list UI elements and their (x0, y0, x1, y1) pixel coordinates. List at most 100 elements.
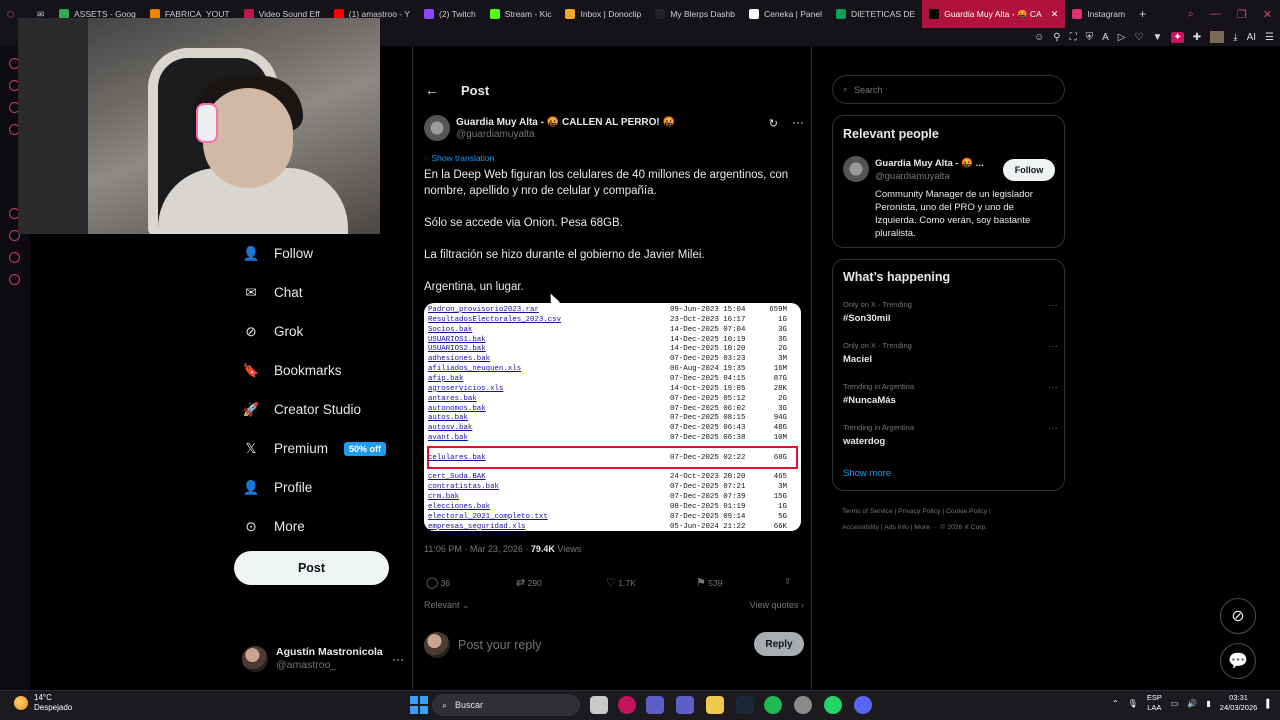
browser-tab[interactable]: (2) Twitch (417, 0, 483, 28)
network-icon[interactable]: ▭ (1171, 699, 1179, 708)
trend-item[interactable]: Only on X · Trending #Son30mil ··· (843, 300, 1058, 324)
teams-icon[interactable] (676, 696, 694, 714)
file-link[interactable]: avant.bak (428, 433, 468, 443)
close-window-button[interactable]: ✕ (1263, 8, 1272, 21)
reply-input[interactable]: Post your reply (458, 638, 541, 652)
file-link[interactable]: electoral_2021_completo.txt (428, 512, 548, 522)
trend-more-icon[interactable]: ··· (1048, 341, 1058, 352)
footer-line[interactable]: Accessibility | Ads info | More ··· © 20… (842, 520, 1062, 536)
trend-item[interactable]: Only on X · Trending Maciel ··· (843, 341, 1058, 365)
file-link[interactable]: empresas_seguridad.xls (428, 522, 526, 531)
file-link[interactable]: autosv.bak (428, 423, 472, 433)
show-more-link[interactable]: Show more (843, 468, 891, 479)
file-link[interactable]: antares.bak (428, 394, 477, 404)
sidebar-app-icon[interactable] (9, 274, 20, 285)
nav-item-follow[interactable]: 👤 Follow (234, 234, 404, 273)
notifications-icon[interactable]: ▌ (1266, 699, 1272, 708)
steam-icon[interactable] (736, 696, 754, 714)
trend-more-icon[interactable]: ··· (1048, 423, 1058, 434)
person-handle[interactable]: @guardiamuyalta (875, 171, 950, 182)
file-link[interactable]: autonomos.bak (428, 404, 486, 414)
browser-tab[interactable]: My Blerps Dashb (648, 0, 742, 28)
play-icon[interactable]: ▷ (1118, 32, 1126, 43)
author-name[interactable]: Guardia Muy Alta - 🤬 CALLEN AL PERRO! 🤬 (456, 116, 675, 129)
screenshot-icon[interactable]: ⛶ (1070, 32, 1077, 43)
start-button[interactable] (410, 696, 428, 714)
search-input[interactable]: ⌕ Search (832, 75, 1065, 104)
repost-action[interactable]: ⇄ 290 (516, 576, 542, 589)
battery-icon[interactable]: ▮ (1206, 699, 1210, 708)
heart-icon[interactable]: ♡ (1135, 32, 1144, 43)
ai-icon[interactable]: AI (1247, 32, 1256, 43)
grok-icon[interactable]: ↻ (769, 117, 778, 130)
teams-icon[interactable] (646, 696, 664, 714)
translate-icon[interactable]: A (1102, 32, 1109, 43)
search-icon[interactable]: ⌕ (1188, 8, 1194, 21)
active-extension-icon[interactable]: ✦ (1171, 31, 1184, 43)
menu-icon[interactable]: ☰ (1265, 32, 1274, 43)
chat-fab[interactable]: 💬 (1220, 643, 1256, 679)
file-link[interactable]: elecciones.bak (428, 502, 490, 512)
share-icon[interactable]: ⇪ (784, 576, 791, 587)
person-avatar[interactable] (843, 156, 869, 182)
browser-tab[interactable]: Guardia Muy Alta - 🤬 CA ✕ (922, 0, 1066, 28)
follow-button[interactable]: Follow (1003, 159, 1055, 181)
back-arrow-icon[interactable]: ← (425, 82, 439, 98)
post-image-file-listing[interactable]: Padron_provisorio2023.rar 09-Jun-2023 15:… (424, 303, 801, 531)
browser-tab[interactable]: DIETETICAS DE (829, 0, 922, 28)
file-link[interactable]: autos.bak (428, 413, 468, 423)
show-translation-link[interactable]: ◌ Show translation (424, 153, 494, 163)
relevant-dropdown[interactable]: Relevant ⌄ (424, 600, 470, 610)
browser-tab[interactable]: Stream - Kic (483, 0, 559, 28)
puzzle-icon[interactable]: ✚ (1193, 32, 1201, 43)
volume-icon[interactable]: 🔊 (1187, 699, 1197, 708)
opera-gx-icon[interactable] (618, 696, 636, 714)
author-avatar[interactable] (424, 115, 450, 141)
file-link[interactable]: Padron_provisorio2023.rar (428, 305, 539, 315)
file-explorer-icon[interactable] (706, 696, 724, 714)
task-view-icon[interactable] (590, 696, 608, 714)
file-link[interactable]: Socios.bak (428, 325, 472, 335)
nav-item-profile[interactable]: 👤 Profile (234, 468, 404, 507)
file-link[interactable]: USUARIOS1.bak (428, 335, 486, 345)
trend-more-icon[interactable]: ··· (1048, 300, 1058, 311)
file-link[interactable]: ResultadosElectorales_2023.csv (428, 315, 561, 325)
close-tab-icon[interactable]: ✕ (1051, 9, 1059, 20)
whatsapp-icon[interactable] (824, 696, 842, 714)
file-link[interactable]: afiliados_neuquen.xls (428, 364, 521, 374)
trend-item[interactable]: Trending in Argentina #NuncaMás ··· (843, 382, 1058, 406)
language-indicator[interactable]: ESP LAA (1147, 693, 1162, 713)
shield-icon[interactable]: ⛨ (1086, 32, 1094, 43)
file-link[interactable]: cert_Suda.BAK (428, 472, 486, 482)
reply-action[interactable]: ◯ 36 (426, 576, 450, 589)
trend-item[interactable]: Trending in Argentina waterdog ··· (843, 423, 1058, 447)
clock[interactable]: 03:31 24/03/2026 (1220, 693, 1258, 713)
sidebar-app-icon[interactable] (9, 252, 20, 263)
like-action[interactable]: ♡ 1.7K (606, 576, 636, 589)
nav-item-premium[interactable]: 𝕏 Premium 50% off (234, 429, 404, 468)
post-more-icon[interactable]: ··· (792, 115, 804, 129)
file-link[interactable]: USUARIOS2.bak (428, 344, 486, 354)
nav-item-creator-studio[interactable]: 🚀 Creator Studio (234, 390, 404, 429)
nav-item-more[interactable]: ⊙ More (234, 507, 404, 546)
person-name[interactable]: Guardia Muy Alta - 🤬 ... (875, 158, 984, 169)
obs-icon[interactable] (794, 696, 812, 714)
download-icon[interactable]: ⤓ (1233, 32, 1237, 43)
nav-item-chat[interactable]: ✉ Chat (234, 273, 404, 312)
taskbar-search[interactable]: ⌕ Buscar (432, 694, 580, 716)
profile-thumbnail[interactable] (1210, 31, 1225, 43)
author-handle[interactable]: @guardiamuyalta (456, 129, 675, 140)
nav-item-grok[interactable]: ⊘ Grok (234, 312, 404, 351)
footer-line[interactable]: Terms of Service | Privacy Policy | Cook… (842, 504, 1062, 520)
discord-icon[interactable] (854, 696, 872, 714)
reply-button[interactable]: Reply (754, 632, 804, 656)
account-switcher[interactable]: Agustín Mastronicola @amastroo_ ··· (242, 644, 404, 674)
file-link[interactable]: adhesiones.bak (428, 354, 490, 364)
grok-fab[interactable]: ⊘ (1220, 598, 1256, 634)
nav-item-bookmarks[interactable]: 🔖 Bookmarks (234, 351, 404, 390)
file-link[interactable]: agroservicios.xls (428, 384, 503, 394)
spotify-icon[interactable] (764, 696, 782, 714)
post-button[interactable]: Post (234, 551, 389, 585)
view-quotes-link[interactable]: View quotes › (750, 600, 804, 610)
file-link[interactable]: celulares.bak (428, 453, 486, 463)
